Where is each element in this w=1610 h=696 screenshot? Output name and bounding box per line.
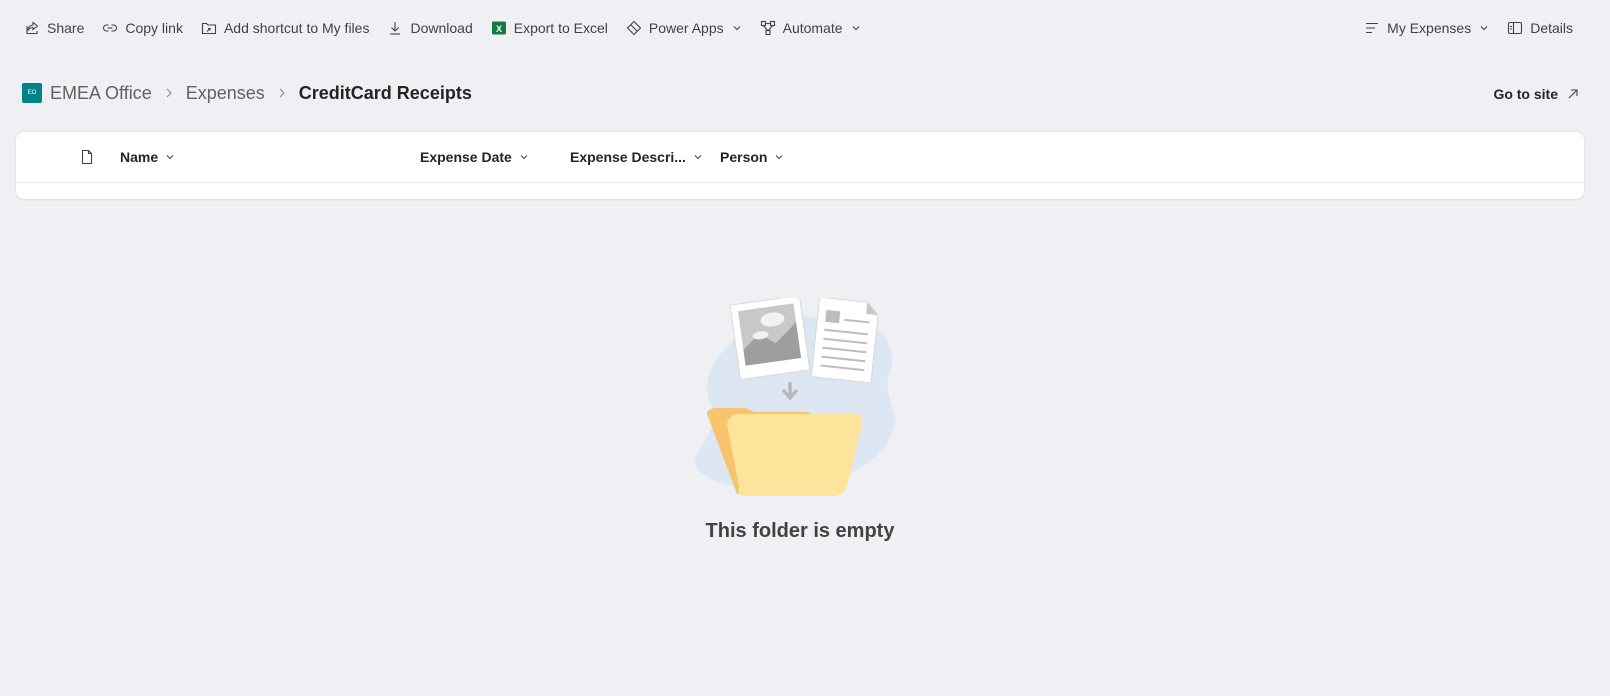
power-apps-label: Power Apps: [648, 20, 724, 36]
download-icon: [390, 22, 401, 35]
copy-link-label: Copy link: [125, 20, 183, 36]
command-bar-right: My Expenses Details: [1355, 0, 1610, 56]
command-bar: Share Copy link Add shortcut to My files…: [0, 0, 1610, 56]
chevron-down-icon: [776, 155, 783, 160]
view-switcher-label: My Expenses: [1387, 20, 1472, 36]
link-icon: [103, 24, 118, 32]
column-header-expense-description[interactable]: Expense Descri...: [570, 132, 703, 182]
view-list-icon: [1366, 22, 1379, 34]
chevron-down-icon: [733, 26, 740, 31]
chevron-down-icon: [520, 155, 528, 160]
automate-label: Automate: [782, 20, 843, 36]
folder-shortcut-icon: [201, 22, 217, 35]
chevron-right-icon: [277, 87, 287, 99]
svg-text:X: X: [496, 24, 502, 34]
document-list: Name Expense Date Expense Descri... Pers…: [16, 132, 1584, 199]
view-switcher[interactable]: My Expenses: [1355, 12, 1498, 44]
flow-icon: [760, 20, 775, 36]
add-shortcut-button[interactable]: Add shortcut to My files: [192, 12, 379, 44]
command-bar-left: Share Copy link Add shortcut to My files…: [0, 0, 870, 56]
chevron-down-icon: [166, 155, 174, 160]
column-name-label: Name: [120, 149, 159, 165]
details-label: Details: [1530, 20, 1573, 36]
chevron-down-icon: [852, 26, 859, 31]
export-to-excel-button[interactable]: X Export to Excel: [482, 12, 617, 44]
file-type-column-header[interactable]: [79, 132, 95, 182]
go-to-site-link[interactable]: Go to site: [1493, 82, 1580, 106]
export-to-excel-label: Export to Excel: [513, 20, 608, 36]
details-pane-icon: [1508, 21, 1523, 35]
chevron-right-icon: [164, 87, 174, 99]
download-label: Download: [410, 20, 473, 36]
column-expense-date-label: Expense Date: [420, 149, 512, 165]
chevron-down-icon: [1480, 26, 1488, 31]
chevron-down-icon: [694, 155, 702, 160]
column-header-name[interactable]: Name: [120, 132, 175, 182]
column-header-expense-date[interactable]: Expense Date: [420, 132, 529, 182]
share-button[interactable]: Share: [22, 12, 93, 44]
empty-folder-message: This folder is empty: [705, 520, 895, 542]
power-apps-menu[interactable]: Power Apps: [617, 12, 751, 44]
column-expense-description-label: Expense Descri...: [570, 149, 686, 165]
column-header-person[interactable]: Person: [720, 132, 784, 182]
open-external-icon: [1568, 89, 1578, 99]
add-shortcut-label: Add shortcut to My files: [223, 20, 370, 36]
column-person-label: Person: [720, 149, 768, 165]
excel-icon: X: [491, 21, 506, 35]
details-button[interactable]: Details: [1498, 12, 1582, 44]
empty-folder-illustration: [695, 298, 895, 496]
go-to-site-label: Go to site: [1493, 86, 1558, 102]
list-header: Name Expense Date Expense Descri... Pers…: [16, 132, 1584, 183]
breadcrumb-item-site[interactable]: EMEA Office: [50, 83, 152, 104]
share-label: Share: [47, 20, 85, 36]
document-icon: [81, 149, 93, 165]
download-button[interactable]: Download: [378, 12, 481, 44]
breadcrumb-item-library[interactable]: Expenses: [186, 83, 265, 104]
breadcrumb-item-current: CreditCard Receipts: [298, 82, 472, 103]
power-apps-icon: [626, 20, 642, 36]
breadcrumb: EO EMEA Office Expenses CreditCard Recei…: [22, 78, 472, 108]
copy-link-button[interactable]: Copy link: [93, 12, 192, 44]
automate-menu[interactable]: Automate: [751, 12, 870, 44]
share-icon: [26, 21, 39, 35]
site-logo[interactable]: EO: [22, 83, 42, 103]
